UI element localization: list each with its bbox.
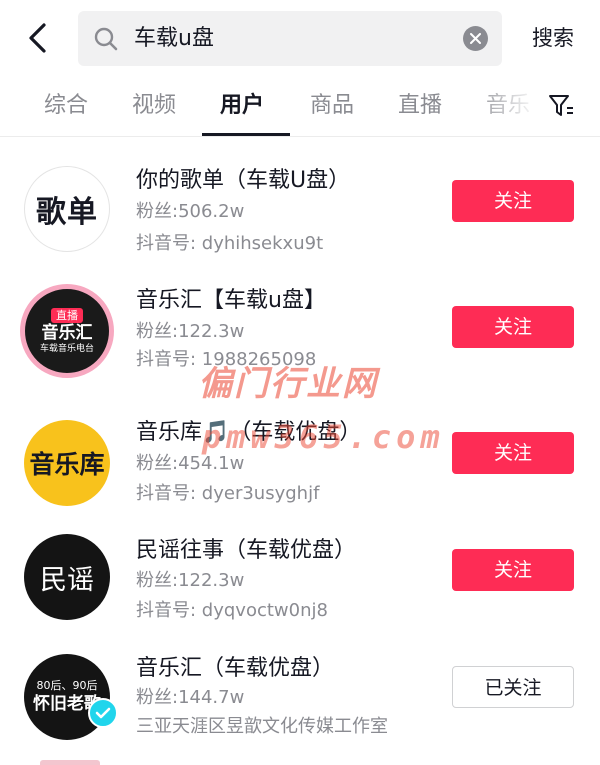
filter-icon[interactable] bbox=[548, 93, 574, 119]
user-name[interactable]: 民谣往事（车载优盘） bbox=[136, 532, 356, 564]
avatar[interactable]: 歌单 bbox=[24, 166, 110, 252]
fans-count: 粉丝:122.3w bbox=[136, 321, 245, 342]
tab-users[interactable]: 用户 bbox=[220, 76, 264, 136]
next-row-peek bbox=[40, 760, 100, 765]
avatar-text: 音乐汇 bbox=[41, 322, 93, 343]
user-name[interactable]: 你的歌单（车载U盘） bbox=[136, 162, 350, 194]
tab-fade-overlay bbox=[470, 76, 550, 134]
follow-button[interactable]: 关注 bbox=[452, 549, 574, 591]
avatar[interactable]: 民谣 bbox=[24, 534, 110, 620]
follow-button[interactable]: 关注 bbox=[452, 306, 574, 348]
back-arrow-icon[interactable] bbox=[20, 20, 56, 56]
search-query[interactable]: 车载u盘 bbox=[134, 11, 214, 66]
top-bar: 车载u盘 搜索 bbox=[0, 0, 600, 76]
tab-goods[interactable]: 商品 bbox=[310, 76, 354, 136]
fans-count: 粉丝:506.2w bbox=[136, 201, 245, 222]
verified-check-icon bbox=[88, 698, 118, 728]
search-icon bbox=[92, 25, 120, 53]
tab-live[interactable]: 直播 bbox=[398, 76, 442, 136]
user-name[interactable]: 音乐汇【车载u盘】 bbox=[136, 282, 326, 314]
live-badge: 直播 bbox=[51, 307, 83, 323]
tab-video[interactable]: 视频 bbox=[132, 76, 176, 136]
search-input[interactable]: 车载u盘 bbox=[78, 11, 502, 66]
avatar-text: 音乐库 bbox=[29, 450, 105, 479]
tab-general[interactable]: 综合 bbox=[44, 76, 88, 136]
watermark-url: pmw365.com bbox=[202, 418, 445, 456]
avatar-caption: 车载音乐电台 bbox=[39, 343, 94, 354]
org-name: 三亚天涯区昱歆文化传媒工作室 bbox=[136, 716, 388, 737]
avatar-caption: 80后、90后 bbox=[36, 679, 98, 692]
user-name[interactable]: 音乐汇（车载优盘） bbox=[136, 650, 334, 682]
following-button[interactable]: 已关注 bbox=[452, 666, 574, 708]
avatar[interactable]: 音乐库 bbox=[24, 420, 110, 506]
search-button[interactable]: 搜索 bbox=[520, 18, 586, 58]
watermark-title: 偏门行业网 bbox=[198, 364, 378, 404]
user-id: 抖音号: dyhihsekxu9t bbox=[136, 233, 324, 254]
user-id: 抖音号: dyqvoctw0nj8 bbox=[136, 600, 328, 621]
follow-button[interactable]: 关注 bbox=[452, 432, 574, 474]
fans-count: 粉丝:122.3w bbox=[136, 570, 245, 591]
active-tab-indicator bbox=[202, 133, 290, 136]
clear-icon[interactable] bbox=[463, 26, 488, 51]
avatar-text: 歌单 bbox=[36, 195, 98, 230]
user-id: 抖音号: dyer3usyghjf bbox=[136, 483, 320, 504]
avatar-text: 民谣 bbox=[40, 564, 94, 596]
follow-button[interactable]: 关注 bbox=[452, 180, 574, 222]
avatar[interactable]: 直播 音乐汇 车载音乐电台 bbox=[20, 284, 114, 378]
fans-count: 粉丝:144.7w bbox=[136, 687, 245, 708]
